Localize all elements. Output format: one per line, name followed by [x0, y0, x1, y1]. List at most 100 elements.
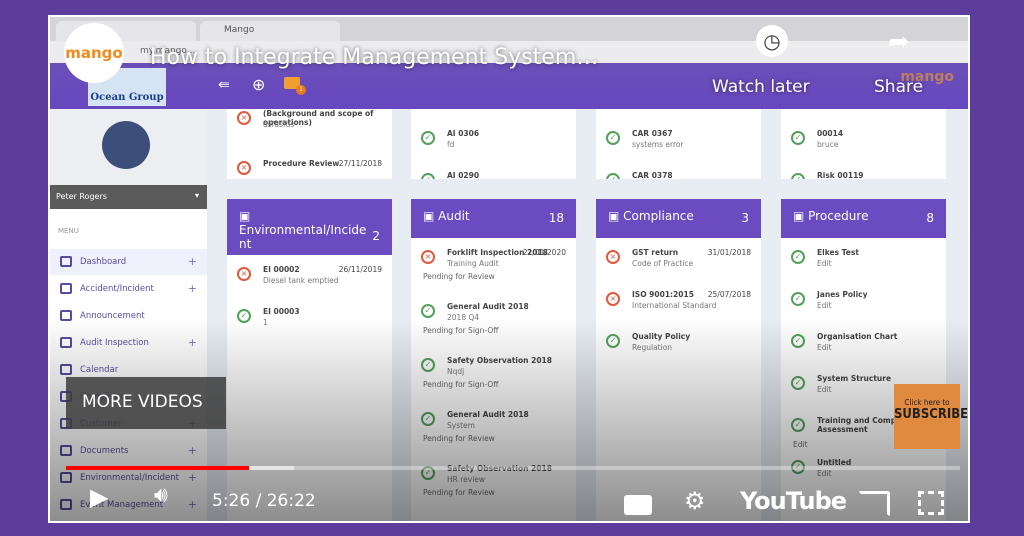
- list-item[interactable]: × Procedure Review 27/11/2018: [227, 159, 392, 179]
- item-title: AI 0306: [447, 129, 480, 138]
- list-item[interactable]: × (Background and scope of operations) dsf…: [227, 109, 392, 159]
- item-date: 27/11/2018: [338, 159, 382, 168]
- user-name: Peter Rogers: [56, 192, 107, 201]
- item-subtitle: fd: [447, 140, 455, 149]
- card-count: 8: [926, 211, 934, 225]
- item-title: Elkes Test: [817, 248, 859, 257]
- watch-later-button[interactable]: Watch later: [712, 77, 810, 97]
- item-title: General Audit 2018: [447, 302, 529, 311]
- cancel-circle-icon: ×: [237, 161, 251, 175]
- check-circle-icon: ✓: [791, 292, 805, 306]
- subscribe-button[interactable]: Click here to SUBSCRIBE: [894, 384, 968, 449]
- bell-icon: ▣: [239, 209, 251, 223]
- item-title: 00014: [817, 129, 844, 138]
- card-count: 3: [741, 211, 749, 225]
- check-circle-icon: ✓: [421, 173, 435, 179]
- user-dropdown[interactable]: Peter Rogers ▾: [50, 185, 207, 209]
- caret-down-icon: ▾: [194, 191, 199, 200]
- card-header[interactable]: ▣ Audit 18: [411, 199, 576, 238]
- item-title: AI 0290: [447, 171, 480, 179]
- cancel-circle-icon: ×: [237, 267, 251, 281]
- check-circle-icon: ✓: [606, 173, 620, 179]
- cancel-circle-icon: ×: [237, 111, 251, 125]
- item-subtitle: International Standard: [632, 301, 717, 310]
- item-date: 21/01/2020: [522, 248, 566, 257]
- browser-tabstrip: Mango: [50, 17, 968, 41]
- menu-item-label: Accident/Incident: [80, 284, 154, 294]
- youtube-logo[interactable]: YouTube: [740, 487, 847, 515]
- check-circle-icon: ✓: [791, 250, 805, 264]
- item-subtitle: dsfdsfds: [263, 120, 295, 129]
- list-item[interactable]: × EI 00002 26/11/2019 Diesel tank emptied: [227, 265, 392, 307]
- card-header[interactable]: ▣ Environmental/Incident 2: [227, 199, 392, 255]
- sidebar-item[interactable]: Dashboard +: [50, 249, 207, 275]
- cast-icon[interactable]: [858, 491, 890, 517]
- book-icon: ▣: [793, 209, 809, 223]
- item-subtitle: Edit: [817, 259, 832, 268]
- collapse-menu-icon[interactable]: ⇚: [218, 77, 230, 93]
- card-count: 18: [548, 211, 564, 225]
- list-item[interactable]: ✓ 00014 bruce: [781, 129, 946, 171]
- item-date: 31/01/2018: [707, 248, 751, 257]
- card-header[interactable]: ▣ Compliance 3: [596, 199, 761, 238]
- time-display: 5:26 / 26:22: [212, 491, 316, 511]
- subscribe-caption: Click here to: [904, 398, 950, 407]
- played-bar: [66, 466, 250, 470]
- list-item[interactable]: ✓ CAR 0378: [596, 171, 761, 179]
- item-subtitle: Edit: [817, 301, 832, 310]
- menu-item-icon: [60, 256, 72, 267]
- check-circle-icon: ✓: [791, 173, 805, 179]
- card-count: 2: [372, 229, 380, 243]
- item-date: 26/11/2019: [338, 265, 382, 274]
- add-icon[interactable]: ⊕: [252, 75, 265, 94]
- fullscreen-icon[interactable]: [918, 491, 944, 515]
- card-title: Procedure: [808, 209, 869, 223]
- menu-item-icon: [60, 283, 72, 294]
- list-item[interactable]: × GST return 31/01/2018 Code of Practice: [596, 248, 761, 290]
- item-title: CAR 0367: [632, 129, 673, 138]
- avatar: [102, 121, 150, 169]
- list-item[interactable]: ✓ AI 0306 fd: [411, 129, 576, 171]
- settings-gear-icon[interactable]: ⚙: [684, 487, 706, 515]
- share-button[interactable]: Share: [874, 77, 923, 97]
- play-icon[interactable]: ▶: [90, 483, 108, 511]
- captions-icon[interactable]: [624, 495, 652, 515]
- list-item[interactable]: ✓ AI 0290: [411, 171, 576, 179]
- sidebar-item[interactable]: Accident/Incident +: [50, 276, 207, 302]
- check-circle-icon: ✓: [791, 131, 805, 145]
- plus-icon[interactable]: +: [188, 255, 197, 268]
- list-item[interactable]: × Forklift Inspection 2018 21/01/2020 Train…: [411, 248, 576, 302]
- summary-card: ✓ AI 0306 fd ✓ AI 0290: [411, 109, 576, 179]
- tab-title: Mango: [224, 25, 255, 35]
- list-item[interactable]: ✓ Elkes Test Edit: [781, 248, 946, 290]
- list-item[interactable]: ✓ Risk 00119: [781, 171, 946, 179]
- summary-card: ✓ 00014 bruce ✓ Risk 00119: [781, 109, 946, 179]
- card-header[interactable]: ▣ Procedure 8: [781, 199, 946, 238]
- video-title[interactable]: How to Integrate Management System…: [150, 45, 598, 70]
- menu-label: MENU: [58, 227, 79, 235]
- share-icon[interactable]: ➦: [888, 27, 910, 57]
- list-item[interactable]: ✓ CAR 0367 systems error: [596, 129, 761, 171]
- channel-logo[interactable]: mango: [64, 23, 124, 83]
- item-status: Pending for Review: [423, 272, 495, 281]
- item-subtitle: Code of Practice: [632, 259, 694, 268]
- summary-card: × (Background and scope of operations) dsf…: [227, 109, 392, 179]
- item-title: EI 00003: [263, 307, 300, 316]
- mail-badge: 1: [296, 85, 306, 95]
- card-title: Environmental/Incident: [239, 223, 367, 251]
- card-title: Compliance: [623, 209, 694, 223]
- video-player[interactable]: Mango my.mango... ⇚ ⊕ 1 mango Ocean Grou…: [48, 15, 970, 523]
- item-title: Risk 00119: [817, 171, 864, 179]
- bank-icon: ▣: [608, 209, 624, 223]
- item-title: Janes Policy: [817, 290, 868, 299]
- more-videos-button[interactable]: MORE VIDEOS: [66, 377, 226, 429]
- clock-icon[interactable]: ◷: [756, 25, 788, 57]
- volume-icon[interactable]: 🔊︎: [154, 483, 168, 508]
- browser-tab[interactable]: Mango: [200, 21, 340, 41]
- progress-bar[interactable]: [66, 466, 960, 470]
- item-title: CAR 0378: [632, 171, 673, 179]
- check-circle-icon: ✓: [606, 131, 620, 145]
- cancel-circle-icon: ×: [606, 250, 620, 264]
- plus-icon[interactable]: +: [188, 282, 197, 295]
- org-name: Ocean Group: [90, 92, 164, 103]
